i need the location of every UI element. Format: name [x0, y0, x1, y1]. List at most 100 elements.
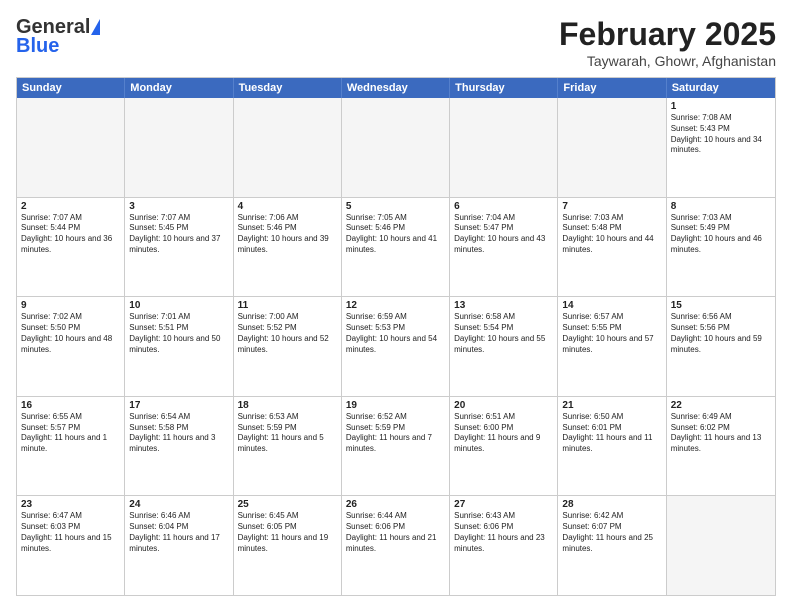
- day-number: 28: [562, 499, 661, 510]
- calendar-row: 23Sunrise: 6:47 AM Sunset: 6:03 PM Dayli…: [17, 496, 775, 595]
- calendar-cell: 15Sunrise: 6:56 AM Sunset: 5:56 PM Dayli…: [667, 297, 775, 396]
- day-number: 11: [238, 300, 337, 311]
- calendar-cell: 20Sunrise: 6:51 AM Sunset: 6:00 PM Dayli…: [450, 397, 558, 496]
- cell-text: Sunrise: 6:53 AM Sunset: 5:59 PM Dayligh…: [238, 412, 337, 455]
- day-number: 12: [346, 300, 445, 311]
- cell-text: Sunrise: 7:08 AM Sunset: 5:43 PM Dayligh…: [671, 113, 771, 156]
- calendar-cell: 26Sunrise: 6:44 AM Sunset: 6:06 PM Dayli…: [342, 496, 450, 595]
- calendar-row: 2Sunrise: 7:07 AM Sunset: 5:44 PM Daylig…: [17, 198, 775, 298]
- cell-text: Sunrise: 7:07 AM Sunset: 5:44 PM Dayligh…: [21, 213, 120, 256]
- cell-text: Sunrise: 7:05 AM Sunset: 5:46 PM Dayligh…: [346, 213, 445, 256]
- cell-text: Sunrise: 6:50 AM Sunset: 6:01 PM Dayligh…: [562, 412, 661, 455]
- calendar-row: 16Sunrise: 6:55 AM Sunset: 5:57 PM Dayli…: [17, 397, 775, 497]
- day-number: 1: [671, 101, 771, 112]
- calendar-cell: 6Sunrise: 7:04 AM Sunset: 5:47 PM Daylig…: [450, 198, 558, 297]
- calendar-cell: 21Sunrise: 6:50 AM Sunset: 6:01 PM Dayli…: [558, 397, 666, 496]
- day-number: 25: [238, 499, 337, 510]
- day-number: 5: [346, 201, 445, 212]
- cell-text: Sunrise: 6:49 AM Sunset: 6:02 PM Dayligh…: [671, 412, 771, 455]
- day-number: 10: [129, 300, 228, 311]
- calendar-cell: [667, 496, 775, 595]
- calendar-cell: [234, 98, 342, 197]
- day-number: 26: [346, 499, 445, 510]
- calendar-cell: 13Sunrise: 6:58 AM Sunset: 5:54 PM Dayli…: [450, 297, 558, 396]
- cell-text: Sunrise: 6:51 AM Sunset: 6:00 PM Dayligh…: [454, 412, 553, 455]
- calendar-cell: 8Sunrise: 7:03 AM Sunset: 5:49 PM Daylig…: [667, 198, 775, 297]
- day-number: 2: [21, 201, 120, 212]
- cell-text: Sunrise: 7:01 AM Sunset: 5:51 PM Dayligh…: [129, 312, 228, 355]
- logo-blue: Blue: [16, 35, 59, 58]
- calendar-cell: [125, 98, 233, 197]
- cell-text: Sunrise: 6:59 AM Sunset: 5:53 PM Dayligh…: [346, 312, 445, 355]
- header: General Blue February 2025 Taywarah, Gho…: [16, 16, 776, 69]
- cell-text: Sunrise: 6:57 AM Sunset: 5:55 PM Dayligh…: [562, 312, 661, 355]
- calendar-cell: 2Sunrise: 7:07 AM Sunset: 5:44 PM Daylig…: [17, 198, 125, 297]
- calendar-cell: 4Sunrise: 7:06 AM Sunset: 5:46 PM Daylig…: [234, 198, 342, 297]
- weekday-header: Friday: [558, 78, 666, 98]
- day-number: 22: [671, 400, 771, 411]
- day-number: 19: [346, 400, 445, 411]
- title-block: February 2025 Taywarah, Ghowr, Afghanist…: [559, 16, 776, 69]
- weekday-header: Tuesday: [234, 78, 342, 98]
- cell-text: Sunrise: 6:58 AM Sunset: 5:54 PM Dayligh…: [454, 312, 553, 355]
- calendar-cell: 19Sunrise: 6:52 AM Sunset: 5:59 PM Dayli…: [342, 397, 450, 496]
- cell-text: Sunrise: 7:07 AM Sunset: 5:45 PM Dayligh…: [129, 213, 228, 256]
- weekday-header: Thursday: [450, 78, 558, 98]
- day-number: 27: [454, 499, 553, 510]
- calendar: SundayMondayTuesdayWednesdayThursdayFrid…: [16, 77, 776, 596]
- calendar-header: SundayMondayTuesdayWednesdayThursdayFrid…: [17, 78, 775, 98]
- page: General Blue February 2025 Taywarah, Gho…: [0, 0, 792, 612]
- calendar-cell: 11Sunrise: 7:00 AM Sunset: 5:52 PM Dayli…: [234, 297, 342, 396]
- logo: General Blue: [16, 16, 100, 58]
- day-number: 18: [238, 400, 337, 411]
- weekday-header: Wednesday: [342, 78, 450, 98]
- cell-text: Sunrise: 7:02 AM Sunset: 5:50 PM Dayligh…: [21, 312, 120, 355]
- calendar-cell: 28Sunrise: 6:42 AM Sunset: 6:07 PM Dayli…: [558, 496, 666, 595]
- day-number: 13: [454, 300, 553, 311]
- cell-text: Sunrise: 7:04 AM Sunset: 5:47 PM Dayligh…: [454, 213, 553, 256]
- day-number: 7: [562, 201, 661, 212]
- day-number: 6: [454, 201, 553, 212]
- cell-text: Sunrise: 6:47 AM Sunset: 6:03 PM Dayligh…: [21, 511, 120, 554]
- calendar-cell: 17Sunrise: 6:54 AM Sunset: 5:58 PM Dayli…: [125, 397, 233, 496]
- day-number: 23: [21, 499, 120, 510]
- day-number: 24: [129, 499, 228, 510]
- day-number: 3: [129, 201, 228, 212]
- cell-text: Sunrise: 6:55 AM Sunset: 5:57 PM Dayligh…: [21, 412, 120, 455]
- calendar-cell: 9Sunrise: 7:02 AM Sunset: 5:50 PM Daylig…: [17, 297, 125, 396]
- calendar-cell: 12Sunrise: 6:59 AM Sunset: 5:53 PM Dayli…: [342, 297, 450, 396]
- weekday-header: Saturday: [667, 78, 775, 98]
- cell-text: Sunrise: 6:44 AM Sunset: 6:06 PM Dayligh…: [346, 511, 445, 554]
- month-title: February 2025: [559, 16, 776, 53]
- logo-triangle-icon: [91, 19, 100, 35]
- calendar-cell: 25Sunrise: 6:45 AM Sunset: 6:05 PM Dayli…: [234, 496, 342, 595]
- calendar-cell: [450, 98, 558, 197]
- day-number: 4: [238, 201, 337, 212]
- weekday-header: Sunday: [17, 78, 125, 98]
- day-number: 8: [671, 201, 771, 212]
- cell-text: Sunrise: 6:56 AM Sunset: 5:56 PM Dayligh…: [671, 312, 771, 355]
- day-number: 16: [21, 400, 120, 411]
- calendar-cell: 16Sunrise: 6:55 AM Sunset: 5:57 PM Dayli…: [17, 397, 125, 496]
- cell-text: Sunrise: 6:54 AM Sunset: 5:58 PM Dayligh…: [129, 412, 228, 455]
- calendar-cell: 27Sunrise: 6:43 AM Sunset: 6:06 PM Dayli…: [450, 496, 558, 595]
- cell-text: Sunrise: 6:52 AM Sunset: 5:59 PM Dayligh…: [346, 412, 445, 455]
- day-number: 9: [21, 300, 120, 311]
- cell-text: Sunrise: 7:00 AM Sunset: 5:52 PM Dayligh…: [238, 312, 337, 355]
- calendar-cell: 24Sunrise: 6:46 AM Sunset: 6:04 PM Dayli…: [125, 496, 233, 595]
- calendar-cell: 23Sunrise: 6:47 AM Sunset: 6:03 PM Dayli…: [17, 496, 125, 595]
- calendar-row: 1Sunrise: 7:08 AM Sunset: 5:43 PM Daylig…: [17, 98, 775, 198]
- weekday-header: Monday: [125, 78, 233, 98]
- calendar-cell: 10Sunrise: 7:01 AM Sunset: 5:51 PM Dayli…: [125, 297, 233, 396]
- calendar-cell: [558, 98, 666, 197]
- day-number: 21: [562, 400, 661, 411]
- calendar-cell: 22Sunrise: 6:49 AM Sunset: 6:02 PM Dayli…: [667, 397, 775, 496]
- calendar-row: 9Sunrise: 7:02 AM Sunset: 5:50 PM Daylig…: [17, 297, 775, 397]
- cell-text: Sunrise: 6:45 AM Sunset: 6:05 PM Dayligh…: [238, 511, 337, 554]
- calendar-cell: [342, 98, 450, 197]
- calendar-cell: 5Sunrise: 7:05 AM Sunset: 5:46 PM Daylig…: [342, 198, 450, 297]
- cell-text: Sunrise: 6:46 AM Sunset: 6:04 PM Dayligh…: [129, 511, 228, 554]
- calendar-cell: 18Sunrise: 6:53 AM Sunset: 5:59 PM Dayli…: [234, 397, 342, 496]
- calendar-cell: 3Sunrise: 7:07 AM Sunset: 5:45 PM Daylig…: [125, 198, 233, 297]
- cell-text: Sunrise: 6:42 AM Sunset: 6:07 PM Dayligh…: [562, 511, 661, 554]
